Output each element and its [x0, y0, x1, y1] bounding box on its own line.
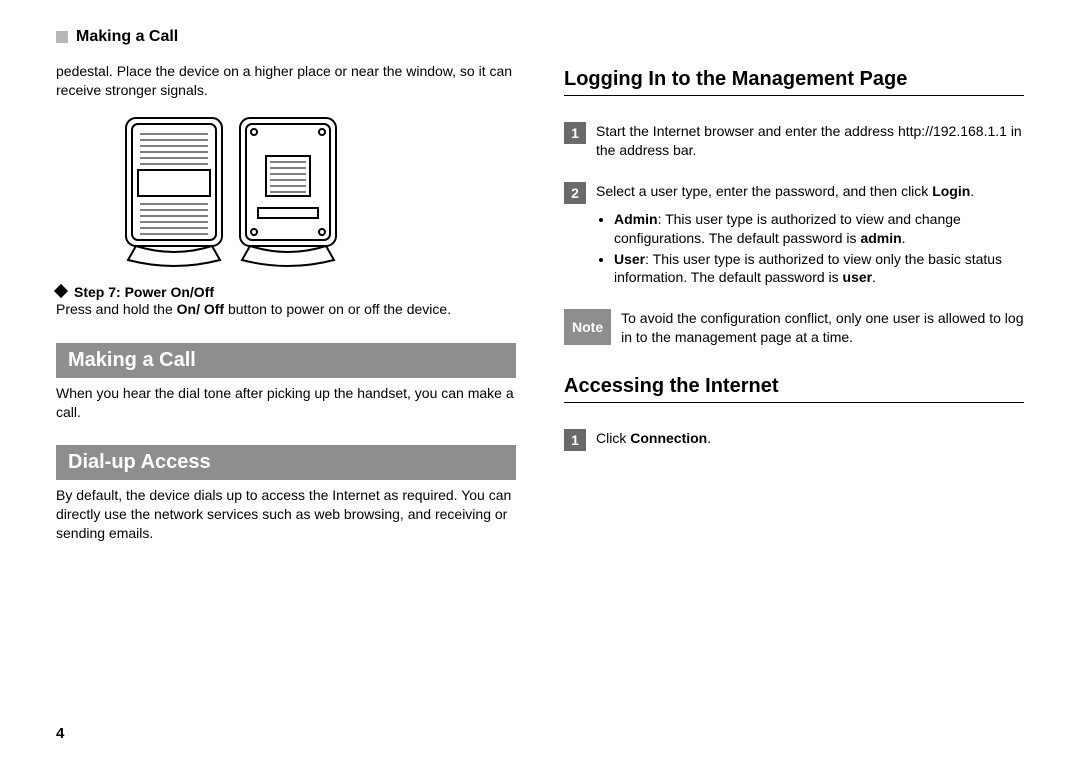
step-number-badge-1: 1	[564, 122, 586, 144]
diamond-bullet-icon	[54, 284, 68, 298]
section-making-a-call: Making a Call	[56, 343, 516, 378]
bullet-user-password: user	[843, 269, 873, 285]
login-step-2: 2 Select a user type, enter the password…	[564, 182, 1024, 204]
step-7-heading: Step 7: Power On/Off	[56, 284, 516, 300]
left-column: pedestal. Place the device on a higher p…	[56, 62, 516, 742]
page-number: 4	[56, 725, 516, 742]
access-step-1-a: Click	[596, 430, 630, 446]
step-7-text-b: button to power on or off the device.	[224, 301, 451, 317]
step-7-label: Step 7: Power On/Off	[74, 284, 214, 300]
access-step-1: 1 Click Connection.	[564, 429, 1024, 451]
bullet-user-label: User	[614, 251, 645, 267]
step-7-text-a: Press and hold the	[56, 301, 177, 317]
dialup-text: By default, the device dials up to acces…	[56, 486, 516, 543]
note-block: Note To avoid the configuration conflict…	[564, 309, 1024, 347]
login-step-1-text: Start the Internet browser and enter the…	[596, 122, 1024, 160]
bullet-admin-text-b: .	[902, 230, 906, 246]
login-step-2-b: .	[970, 183, 974, 199]
pedestal-paragraph: pedestal. Place the device on a higher p…	[56, 62, 516, 100]
bullet-admin-password: admin	[860, 230, 901, 246]
running-head-title: Making a Call	[76, 28, 178, 46]
bullet-admin-text-a: : This user type is authorized to view a…	[614, 211, 961, 246]
step-7-text: Press and hold the On/ Off button to pow…	[56, 300, 516, 319]
login-step-2-a: Select a user type, enter the password, …	[596, 183, 932, 199]
running-head: Making a Call	[56, 28, 1024, 46]
note-badge: Note	[564, 309, 611, 345]
running-head-marker-icon	[56, 31, 68, 43]
user-type-list: Admin: This user type is authorized to v…	[596, 210, 1024, 290]
subhead-accessing-internet: Accessing the Internet	[564, 375, 1024, 403]
bullet-admin-label: Admin	[614, 211, 658, 227]
access-step-1-text: Click Connection.	[596, 429, 1024, 448]
access-step-number-badge-1: 1	[564, 429, 586, 451]
access-step-1-connection: Connection	[630, 430, 707, 446]
device-figure	[56, 112, 516, 272]
making-call-text: When you hear the dial tone after pickin…	[56, 384, 516, 422]
note-text: To avoid the configuration conflict, onl…	[621, 309, 1024, 347]
section-dialup-access: Dial-up Access	[56, 445, 516, 480]
bullet-user: User: This user type is authorized to vi…	[614, 250, 1024, 288]
login-step-2-login: Login	[932, 183, 970, 199]
step-7-text-onoff: On/ Off	[177, 301, 224, 317]
device-illustration-icon	[116, 112, 346, 272]
bullet-user-text-b: .	[872, 269, 876, 285]
login-step-1: 1 Start the Internet browser and enter t…	[564, 122, 1024, 160]
step-number-badge-2: 2	[564, 182, 586, 204]
right-column: Logging In to the Management Page 1 Star…	[564, 62, 1024, 742]
subhead-login: Logging In to the Management Page	[564, 68, 1024, 96]
bullet-user-text-a: : This user type is authorized to view o…	[614, 251, 1002, 286]
login-step-2-text: Select a user type, enter the password, …	[596, 182, 1024, 201]
bullet-admin: Admin: This user type is authorized to v…	[614, 210, 1024, 248]
access-step-1-b: .	[707, 430, 711, 446]
two-column-layout: pedestal. Place the device on a higher p…	[56, 62, 1024, 742]
